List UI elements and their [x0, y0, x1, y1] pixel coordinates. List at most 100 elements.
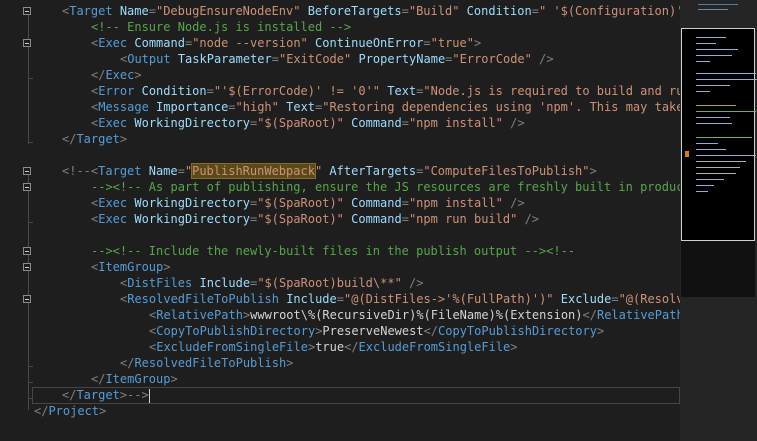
attr-name: Command	[351, 116, 402, 130]
code-line[interactable]: <Message Importance="high" Text="Restori…	[91, 99, 680, 115]
attr-name: Importance	[156, 100, 229, 114]
attr-value: " '$(Configuration)' ==	[538, 4, 680, 18]
comment-delimiter: <!--	[62, 164, 91, 178]
attr-value: "npm run build"	[408, 212, 518, 226]
minimap-line	[696, 105, 736, 106]
minimap-line	[696, 79, 757, 80]
attr-value: "Node.js is required to build and run t	[423, 84, 680, 98]
tag-name: Exec	[98, 116, 128, 130]
attr-name: Exclude	[560, 292, 612, 306]
attr-name: TaskParameter	[177, 52, 272, 66]
code-line[interactable]: <!-- Ensure Node.js is installed -->	[91, 19, 351, 35]
attr-name: Text	[387, 84, 417, 98]
attr-value: "high"	[235, 100, 279, 114]
fold-collapse-icon[interactable]	[23, 295, 31, 303]
attr-value: "$(SpaRoot)"	[257, 116, 344, 130]
fold-collapse-icon[interactable]	[23, 39, 31, 47]
attr-name: Name	[148, 164, 178, 178]
fold-guide	[28, 174, 29, 410]
tag-name: ExcludeFromSingleFile	[156, 340, 308, 354]
code-line[interactable]: </Target>	[62, 131, 127, 147]
attr-value: "true"	[430, 36, 474, 50]
attr-value: "ExitCode"	[278, 52, 352, 66]
attr-name: Include	[286, 292, 337, 306]
attr-value: "npm install"	[408, 196, 503, 210]
attr-value: "ErrorCode"	[452, 52, 532, 66]
attr-name: Condition	[466, 4, 532, 18]
code-line[interactable]: <DistFiles Include="$(SpaRoot)build\**" …	[120, 275, 424, 291]
code-line[interactable]: <ExcludeFromSingleFile>true</ExcludeFrom…	[149, 339, 518, 355]
tag-name: CopyToPublishDirectory	[438, 324, 597, 338]
tag-name: ItemGroup	[105, 372, 171, 386]
code-line[interactable]: </Exec>	[91, 67, 142, 83]
code-editor[interactable]: <Target Name="DebugEnsureNodeEnv" Before…	[0, 0, 680, 441]
code-line[interactable]: <Exec WorkingDirectory="$(SpaRoot)" Comm…	[91, 115, 525, 131]
xml-comment: <!-- Ensure Node.js is installed -->	[91, 20, 352, 34]
code-line[interactable]: </ResolvedFileToPublish>	[120, 355, 293, 371]
tag-name: Error	[98, 84, 135, 98]
minimap-overflow	[681, 241, 755, 297]
attr-value: "ComputeFilesToPublish"	[423, 164, 590, 178]
attr-value: "@(Resolved	[618, 292, 680, 306]
fold-collapse-icon[interactable]	[23, 247, 31, 255]
code-line[interactable]: <Exec Command="node --version" ContinueO…	[91, 35, 481, 51]
comment-delimiter: -->	[127, 388, 149, 402]
code-line[interactable]: <Exec WorkingDirectory="$(SpaRoot)" Comm…	[91, 211, 539, 227]
code-minimap[interactable]	[680, 0, 757, 441]
code-line[interactable]: </Project>	[34, 403, 106, 419]
fold-gutter	[0, 0, 36, 441]
code-line[interactable]: <Target Name="DebugEnsureNodeEnv" Before…	[62, 3, 680, 19]
tag-name: Target	[69, 4, 113, 18]
attr-name: ContinueOnError	[315, 36, 424, 50]
code-line[interactable]: --><!-- As part of publishing, ensure th…	[91, 179, 680, 195]
attr-value: "$(SpaRoot)"	[257, 212, 344, 226]
minimap-line	[696, 123, 732, 124]
minimap-line	[696, 155, 756, 156]
attr-name: AfterTargets	[329, 164, 417, 178]
current-line[interactable]: </Target>-->	[32, 387, 680, 404]
code-line[interactable]: <Error Condition="'$(ErrorCode)' != '0'"…	[91, 83, 680, 99]
code-line[interactable]: <ItemGroup>	[91, 259, 171, 275]
fold-collapse-icon[interactable]	[23, 183, 31, 191]
attr-value: "'$(ErrorCode)' != '0'"	[213, 84, 381, 98]
tag-name: Exec	[98, 212, 128, 226]
search-highlight: PublishRunWebpack	[191, 163, 316, 179]
code-line[interactable]: <!--<Target Name="PublishRunWebpack" Aft…	[62, 163, 597, 179]
attr-value: "npm install"	[408, 116, 503, 130]
code-line[interactable]: <CopyToPublishDirectory>PreserveNewest</…	[149, 323, 604, 339]
code-line[interactable]: <ResolvedFileToPublish Include="@(DistFi…	[120, 291, 680, 307]
minimap-line	[696, 85, 730, 86]
minimap-line	[696, 49, 738, 50]
tag-name: Project	[48, 404, 100, 418]
fold-collapse-icon[interactable]	[23, 263, 31, 271]
minimap-line	[696, 43, 716, 44]
attr-name: WorkingDirectory	[134, 212, 250, 226]
code-line[interactable]: <RelativePath>wwwroot\%(RecursiveDir)%(F…	[149, 307, 680, 323]
tag-name: ItemGroup	[98, 260, 164, 274]
minimap-line	[696, 55, 732, 56]
minimap-viewport[interactable]	[681, 28, 757, 241]
attr-name: Command	[351, 212, 402, 226]
tag-name: ResolvedFileToPublish	[127, 292, 279, 306]
minimap-line	[696, 137, 752, 138]
minimap-highlight-marker	[685, 151, 689, 157]
fold-collapse-icon[interactable]	[23, 167, 31, 175]
element-value: true	[315, 340, 345, 354]
attr-name: BeforeTargets	[307, 4, 402, 18]
minimap-line	[696, 91, 710, 92]
text-caret	[148, 388, 150, 403]
attr-name: Name	[119, 4, 149, 18]
fold-collapse-icon[interactable]	[23, 7, 31, 15]
code-line[interactable]: <Exec WorkingDirectory="$(SpaRoot)" Comm…	[91, 195, 525, 211]
minimap-line	[696, 161, 746, 162]
attr-name: Text	[286, 100, 316, 114]
attr-value: "DebugEnsureNodeEnv"	[155, 4, 301, 18]
minimap-line	[696, 149, 726, 150]
attr-value: "@(DistFiles->'%(FullPath)')"	[344, 292, 554, 306]
tag-name: Target	[76, 388, 120, 402]
fold-end-marker	[28, 142, 33, 143]
tag-name: DistFiles	[127, 276, 193, 290]
code-line[interactable]: </ItemGroup>	[91, 371, 178, 387]
code-line[interactable]: --><!-- Include the newly-built files in…	[91, 243, 575, 259]
code-line[interactable]: <Output TaskParameter="ExitCode" Propert…	[120, 51, 554, 67]
